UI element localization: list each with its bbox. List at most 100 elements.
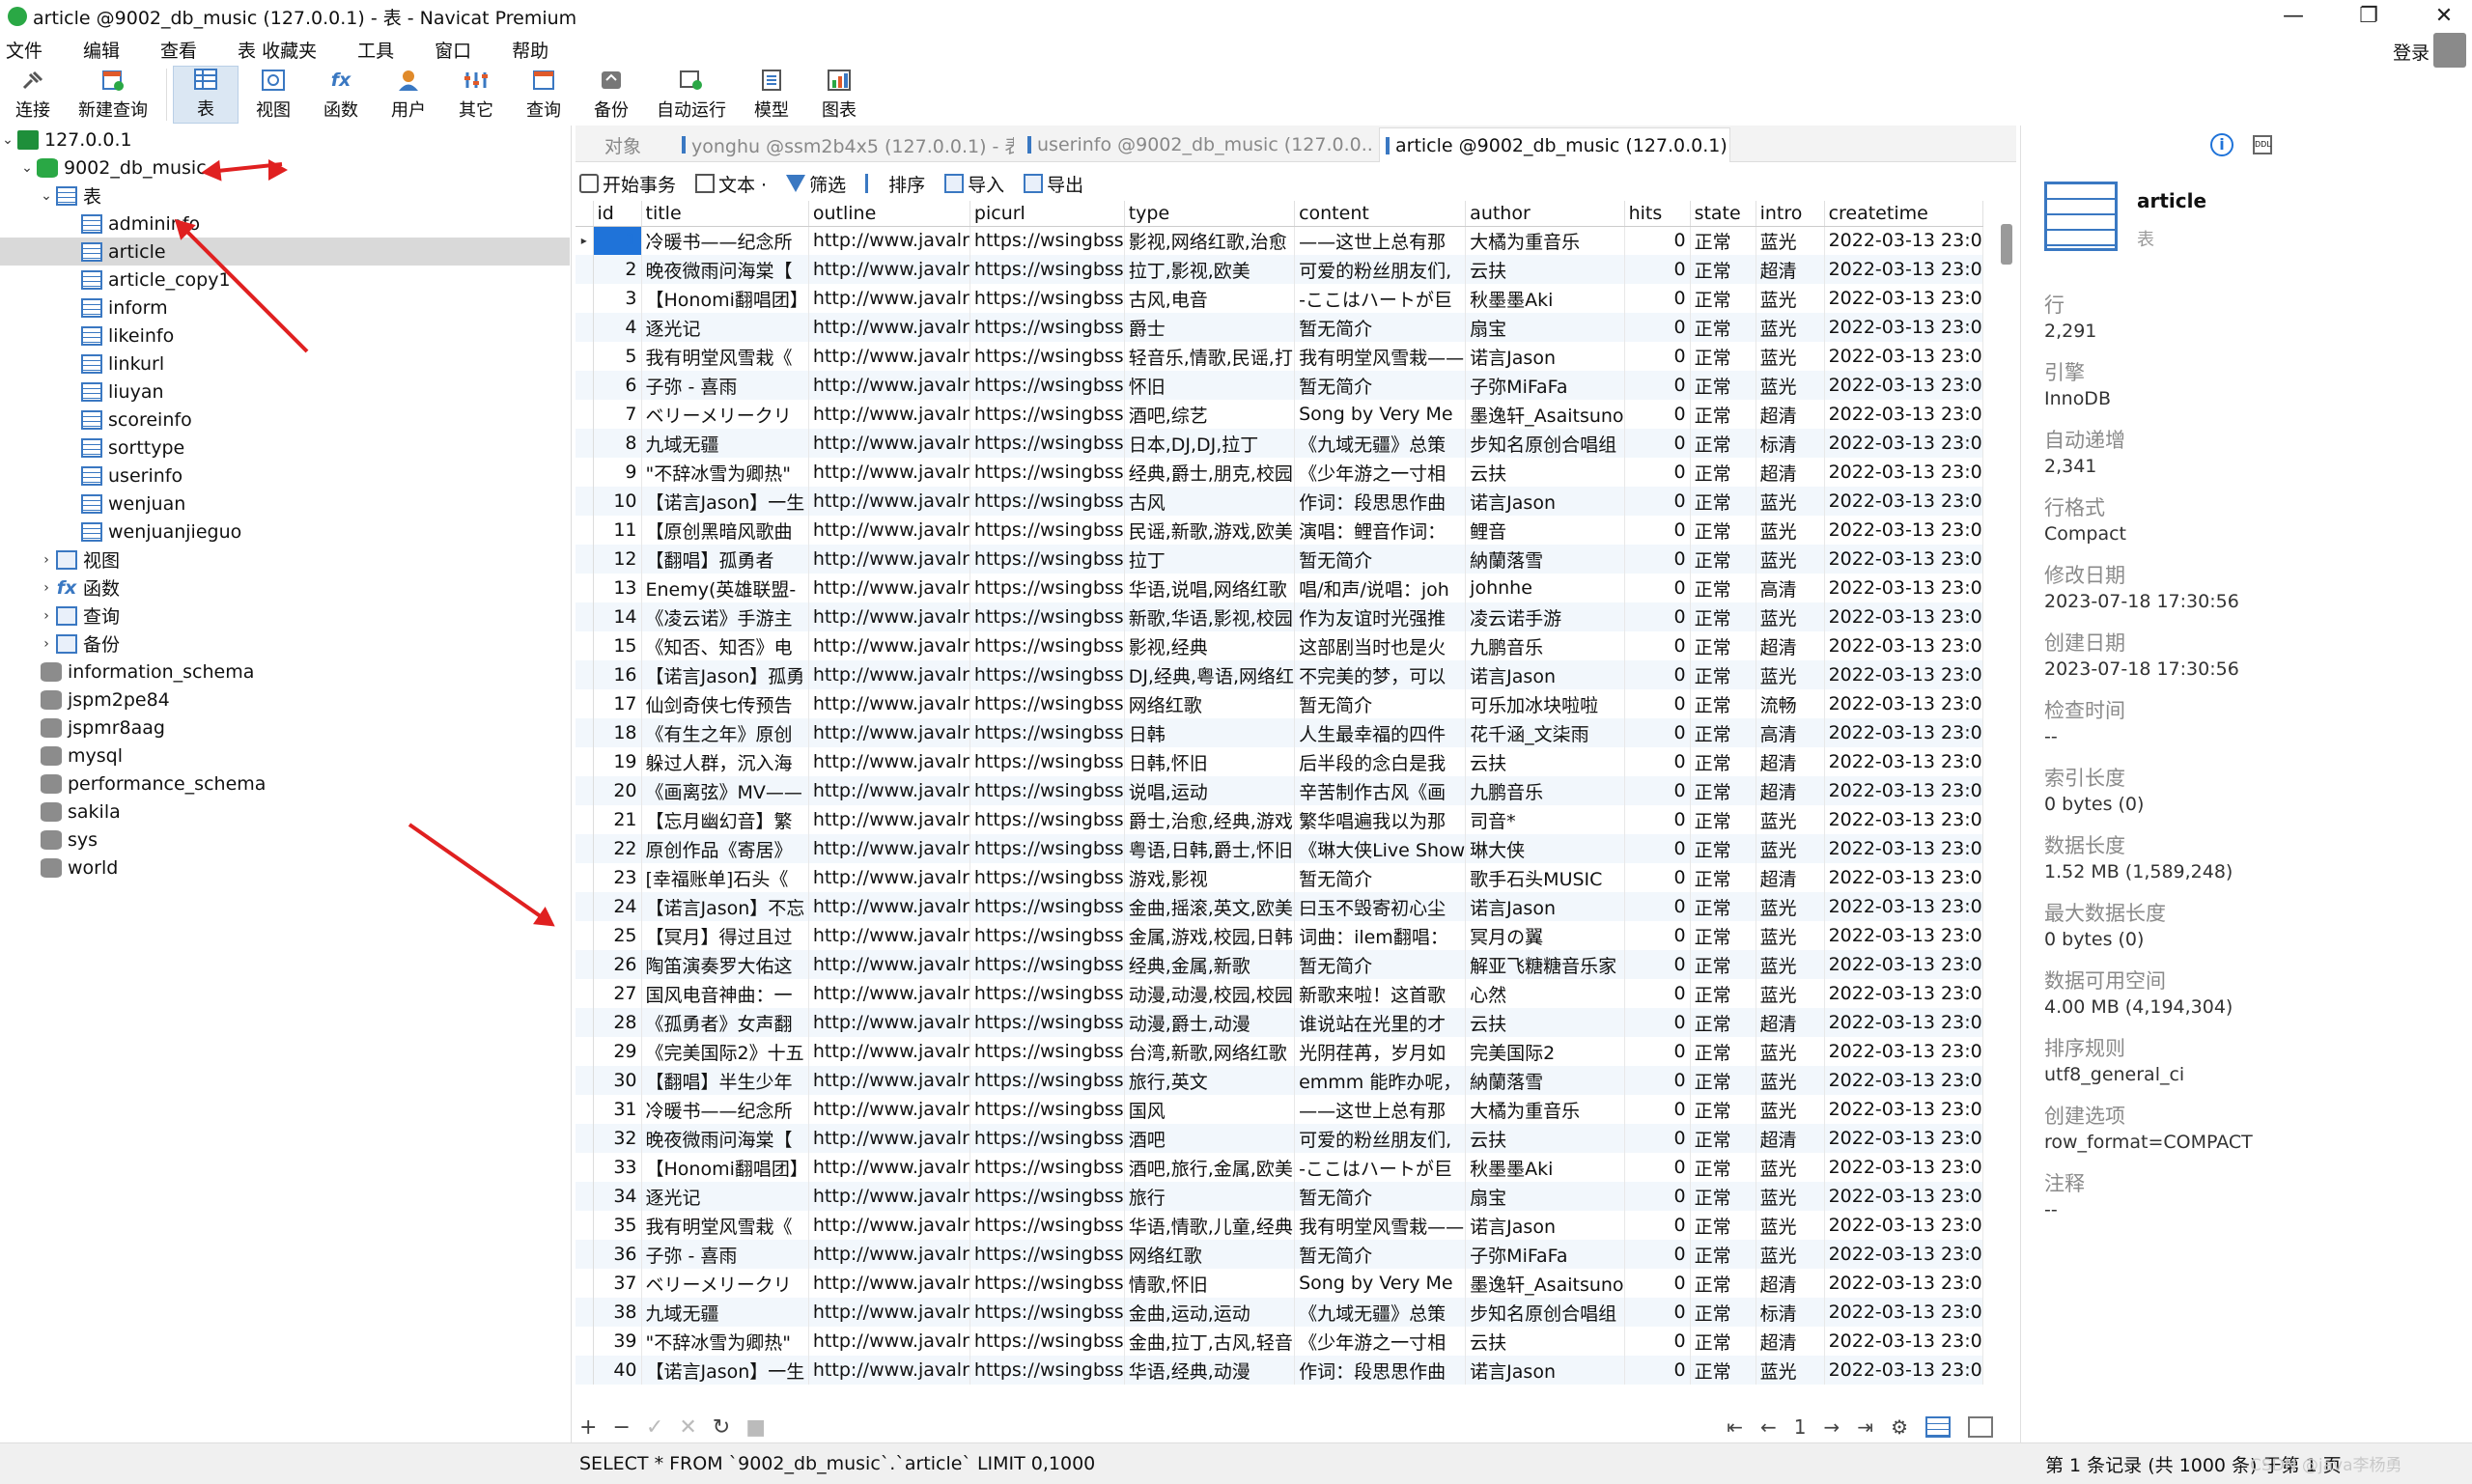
cell-title[interactable]: 我有明堂风雪栽《 <box>641 1211 809 1240</box>
cell-title[interactable]: 《知否、知否》电 <box>641 631 809 660</box>
cell-title[interactable]: ベリーメリークリ <box>641 1269 809 1298</box>
table-row[interactable]: 40 【诺言Jason】一生 http://www.javalr https://ws… <box>576 1356 1983 1385</box>
cell-content[interactable]: 可爱的粉丝朋友们, <box>1294 255 1467 284</box>
cell-id[interactable]: 21 <box>593 805 642 834</box>
cell-author[interactable]: 云扶 <box>1465 1124 1625 1153</box>
cell-state[interactable]: 正常 <box>1690 1095 1756 1124</box>
cell-intro[interactable]: 蓝光 <box>1756 313 1825 342</box>
cell-intro[interactable]: 蓝光 <box>1756 284 1825 313</box>
cell-title[interactable]: Enemy(英雄联盟- <box>641 574 809 602</box>
cell-hits[interactable]: 0 <box>1624 313 1691 342</box>
cell-hits[interactable]: 0 <box>1624 226 1691 255</box>
cell-state[interactable]: 正常 <box>1690 1327 1756 1356</box>
cell-picurl[interactable]: https://wsingbss <box>969 487 1125 516</box>
cell-title[interactable]: 子弥 - 喜雨 <box>641 1240 809 1269</box>
data-grid[interactable]: id title outline picurl type content author hit… <box>576 201 2020 1385</box>
cell-author[interactable]: 云扶 <box>1465 1327 1625 1356</box>
cell-id[interactable]: 12 <box>593 545 642 574</box>
cell-author[interactable]: 步知名原创合唱组 <box>1465 1298 1625 1327</box>
cell-title[interactable]: 【诺言Jason】孤勇 <box>641 660 809 689</box>
chart-button[interactable]: 图表 <box>806 66 872 124</box>
cell-hits[interactable]: 0 <box>1624 979 1691 1008</box>
cell-outline[interactable]: http://www.javalr <box>808 1327 970 1356</box>
table-row[interactable]: 30 【翻唱】半生少年 http://www.javalr https://wsing… <box>576 1066 1983 1095</box>
next-page-button[interactable]: → <box>1824 1415 1840 1439</box>
delete-record-button[interactable]: − <box>612 1415 630 1440</box>
cell-title[interactable]: 躲过人群，沉入海 <box>641 747 809 776</box>
cell-id[interactable]: 32 <box>593 1124 642 1153</box>
cell-title[interactable]: 晚夜微雨问海棠【 <box>641 1124 809 1153</box>
cell-createtime[interactable]: 2022-03-13 23:0 <box>1824 1240 1983 1269</box>
cell-title[interactable]: 【诺言Jason】一生 <box>641 487 809 516</box>
cell-title[interactable]: 原创作品《寄居》 <box>641 834 809 863</box>
cell-outline[interactable]: http://www.javalr <box>808 226 970 255</box>
cell-content[interactable]: 《少年游之一寸相 <box>1294 1327 1467 1356</box>
cell-outline[interactable]: http://www.javalr <box>808 776 970 805</box>
cell-intro[interactable]: 超清 <box>1756 1269 1825 1298</box>
cell-type[interactable]: 旅行 <box>1124 1182 1296 1211</box>
cell-type[interactable]: 网络红歌 <box>1124 689 1296 718</box>
cell-state[interactable]: 正常 <box>1690 545 1756 574</box>
cell-state[interactable]: 正常 <box>1690 371 1756 400</box>
table-row[interactable]: 16 【诺言Jason】孤勇 http://www.javalr https://ws… <box>576 660 1983 689</box>
cell-createtime[interactable]: 2022-03-13 23:0 <box>1824 834 1983 863</box>
cell-intro[interactable]: 超清 <box>1756 458 1825 487</box>
cell-createtime[interactable]: 2022-03-13 23:0 <box>1824 718 1983 747</box>
cell-id[interactable]: 13 <box>593 574 642 602</box>
cell-hits[interactable]: 0 <box>1624 863 1691 892</box>
table-row[interactable]: 24 【诺言Jason】不忘 http://www.javalr https://ws… <box>576 892 1983 921</box>
cell-hits[interactable]: 0 <box>1624 1037 1691 1066</box>
cell-type[interactable]: 怀旧 <box>1124 371 1296 400</box>
cell-author[interactable]: 诺言Jason <box>1465 892 1625 921</box>
cell-title[interactable]: 陶笛演奏罗大佑这 <box>641 950 809 979</box>
column-header-intro[interactable]: intro <box>1756 201 1825 227</box>
cell-id[interactable]: 40 <box>593 1356 642 1385</box>
cell-content[interactable]: 人生最幸福的四件 <box>1294 718 1467 747</box>
tree-db-jspm2pe84[interactable]: jspm2pe84 <box>39 686 170 714</box>
cell-title[interactable]: 【诺言Jason】一生 <box>641 1356 809 1385</box>
cell-intro[interactable]: 超清 <box>1756 863 1825 892</box>
cell-type[interactable]: 轻音乐,情歌,民谣,打 <box>1124 342 1296 371</box>
cell-picurl[interactable]: https://wsingbss <box>969 1240 1125 1269</box>
cell-hits[interactable]: 0 <box>1624 1298 1691 1327</box>
cell-author[interactable]: 凌云诺手游 <box>1465 602 1625 631</box>
cell-content[interactable]: 后半段的念白是我 <box>1294 747 1467 776</box>
cell-intro[interactable]: 蓝光 <box>1756 342 1825 371</box>
cell-title[interactable]: 《画离弦》MV—— <box>641 776 809 805</box>
chevron-down-icon[interactable]: ⌄ <box>0 132 15 148</box>
cell-hits[interactable]: 0 <box>1624 429 1691 458</box>
table-row[interactable]: 12 【翻唱】孤勇者 http://www.javalr https://wsingb… <box>576 545 1983 574</box>
row-marker[interactable] <box>576 1298 594 1327</box>
cell-picurl[interactable]: https://wsingbss <box>969 776 1125 805</box>
chevron-right-icon[interactable]: › <box>39 552 54 568</box>
cell-state[interactable]: 正常 <box>1690 1182 1756 1211</box>
cell-content[interactable]: 暂无简介 <box>1294 545 1467 574</box>
cell-state[interactable]: 正常 <box>1690 284 1756 313</box>
table-row[interactable]: 21 【忘月幽幻音】繁 http://www.javalr https://wsing… <box>576 805 1983 834</box>
cell-author[interactable]: 诺言Jason <box>1465 487 1625 516</box>
cell-hits[interactable]: 0 <box>1624 574 1691 602</box>
cell-picurl[interactable]: https://wsingbss <box>969 313 1125 342</box>
cell-picurl[interactable]: https://wsingbss <box>969 574 1125 602</box>
cell-createtime[interactable]: 2022-03-13 23:0 <box>1824 545 1983 574</box>
cell-outline[interactable]: http://www.javalr <box>808 429 970 458</box>
cell-title[interactable]: 【诺言Jason】不忘 <box>641 892 809 921</box>
login-link[interactable]: 登录 <box>2393 39 2430 65</box>
cell-intro[interactable]: 蓝光 <box>1756 979 1825 1008</box>
row-marker[interactable] <box>576 1240 594 1269</box>
tree-functions-folder[interactable]: › fx 函数 <box>39 574 120 602</box>
settings-gear-icon[interactable]: ⚙ <box>1891 1415 1908 1439</box>
cell-intro[interactable]: 超清 <box>1756 631 1825 660</box>
cell-type[interactable]: 民谣,新歌,游戏,欧美 <box>1124 516 1296 545</box>
new-query-button[interactable]: 新建查询 <box>68 66 158 124</box>
cell-outline[interactable]: http://www.javalr <box>808 892 970 921</box>
cell-picurl[interactable]: https://wsingbss <box>969 834 1125 863</box>
cell-outline[interactable]: http://www.javalr <box>808 1356 970 1385</box>
cell-outline[interactable]: http://www.javalr <box>808 834 970 863</box>
column-header-author[interactable]: author <box>1465 201 1625 227</box>
cell-id[interactable]: 9 <box>593 458 642 487</box>
cell-state[interactable]: 正常 <box>1690 892 1756 921</box>
cell-author[interactable]: 诺言Jason <box>1465 1211 1625 1240</box>
cell-type[interactable]: 华语,经典,动漫 <box>1124 1356 1296 1385</box>
cell-id[interactable]: 22 <box>593 834 642 863</box>
